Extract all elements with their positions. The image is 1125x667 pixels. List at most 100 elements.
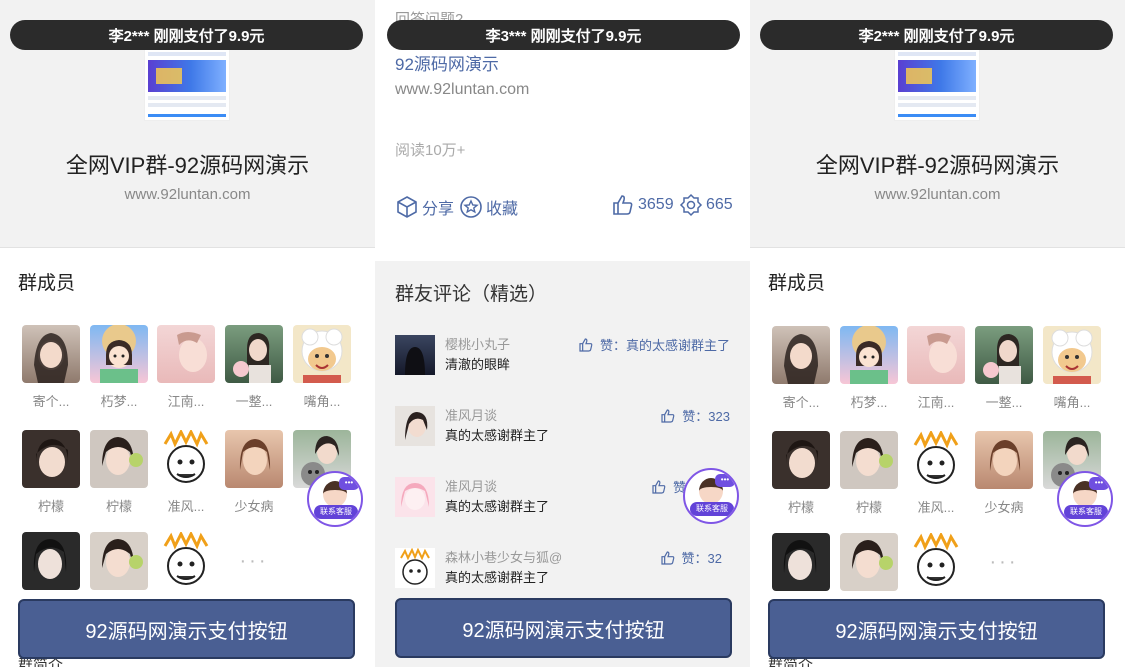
pay-button[interactable]: 92源码网演示支付按钮 (768, 599, 1105, 659)
cartoon-sheep-icon (293, 325, 351, 383)
thumbs-up-icon (660, 550, 674, 565)
cartoon-boy-icon (395, 548, 435, 588)
customer-service-button[interactable]: ••• 联系客服 (307, 471, 363, 527)
commenter-name: 准风月谈 (445, 479, 498, 494)
member-name: 寄个... (782, 395, 820, 410)
girl-photo-icon (840, 431, 898, 489)
girl-photo-icon (22, 325, 80, 383)
member-item[interactable]: 少女病 (225, 430, 283, 515)
group-thumbnail (894, 45, 980, 121)
comment-item: 准风月谈 真的太感谢群主了 赞：323 (395, 406, 740, 466)
member-name: 少女病 (234, 499, 274, 514)
girl-photo-icon (772, 326, 830, 384)
member-item[interactable] (772, 533, 830, 591)
payment-toast: 李3*** 刚刚支付了9.9元 (387, 20, 740, 50)
girl-photo-icon (975, 431, 1033, 489)
member-item[interactable]: 嘴角... (1043, 326, 1101, 411)
payment-toast: 李2*** 刚刚支付了9.9元 (10, 20, 363, 50)
star-badge-icon (460, 196, 482, 218)
pay-button[interactable]: 92源码网演示支付按钮 (395, 598, 732, 658)
member-name: 柠檬 (855, 500, 882, 515)
member-name: 江南... (917, 395, 955, 410)
comment-text: 真的太感谢群主了 (445, 428, 550, 443)
cartoon-sheep-icon (1043, 326, 1101, 384)
collect-label: 收藏 (486, 201, 519, 218)
member-item[interactable]: 准风... (907, 431, 965, 516)
more-members-icon[interactable]: ··· (225, 532, 283, 590)
girl-photo-icon (90, 430, 148, 488)
member-item[interactable]: 江南... (907, 326, 965, 411)
member-item[interactable] (907, 533, 965, 591)
girl-photo-icon (907, 326, 965, 384)
comment-like[interactable]: 赞：32 (660, 548, 722, 567)
group-page-panel-left: 李2*** 刚刚支付了9.9元 全网VIP群-92源码网演示 www.92lun… (0, 0, 375, 667)
like-button[interactable]: 3659 (611, 193, 674, 217)
girl-photo-icon (22, 532, 80, 590)
group-title: 全网VIP群-92源码网演示 (65, 153, 310, 178)
member-name: 一整... (235, 394, 273, 409)
article-title[interactable]: 92源码网演示 (395, 50, 499, 75)
comments-title: 群友评论（精选） (395, 284, 548, 305)
girl-flower-photo-icon (975, 326, 1033, 384)
member-name: 准风... (917, 500, 955, 515)
comment-like[interactable]: 赞：真的太感谢群主了 (578, 335, 730, 354)
girl-photo-icon (772, 431, 830, 489)
member-item[interactable]: 寄个... (772, 326, 830, 411)
comment-text: 清澈的眼眸 (445, 357, 511, 372)
member-item[interactable] (840, 533, 898, 591)
commenter-name: 森林小巷少女与狐@ (445, 550, 563, 565)
payment-toast: 李2*** 刚刚支付了9.9元 (760, 20, 1113, 50)
member-item[interactable]: 嘴角... (293, 325, 351, 410)
service-label: 联系客服 (314, 505, 358, 519)
member-item[interactable] (157, 532, 215, 590)
girl-photo-icon (157, 325, 215, 383)
gift-button[interactable]: 665 (679, 193, 733, 217)
member-item[interactable] (90, 532, 148, 590)
chat-bubble-icon: ••• (1089, 477, 1109, 490)
girl-photo-icon (90, 532, 148, 590)
group-thumbnail (144, 45, 230, 121)
member-item[interactable]: 柠檬 (90, 430, 148, 515)
more-members-icon[interactable]: ··· (975, 533, 1033, 591)
member-item[interactable] (22, 532, 80, 590)
girl-photo-icon (395, 406, 435, 446)
member-name: 嘴角... (1053, 395, 1091, 410)
girl-photo-icon (840, 533, 898, 591)
customer-service-button[interactable]: ••• 联系客服 (683, 468, 739, 524)
chat-bubble-icon: ••• (715, 474, 735, 487)
member-item[interactable]: 一整... (975, 326, 1033, 411)
member-item[interactable]: 朽梦... (840, 326, 898, 411)
member-item[interactable]: 准风... (157, 430, 215, 515)
customer-service-button[interactable]: ••• 联系客服 (1057, 471, 1113, 527)
share-button[interactable]: 分享 (395, 195, 454, 219)
like-count: 3659 (638, 196, 674, 213)
member-item[interactable]: 一整... (225, 325, 283, 410)
member-name: 少女病 (984, 500, 1024, 515)
night-girl-photo-icon (395, 335, 435, 375)
flower-badge-icon (679, 193, 703, 217)
pay-button[interactable]: 92源码网演示支付按钮 (18, 599, 355, 659)
comment-like[interactable]: 赞：323 (660, 406, 730, 425)
member-item[interactable]: 江南... (157, 325, 215, 410)
member-item[interactable]: 寄个... (22, 325, 80, 410)
girl-flower-photo-icon (225, 325, 283, 383)
member-item[interactable]: 朽梦... (90, 325, 148, 410)
member-name: 柠檬 (787, 500, 814, 515)
group-url: www.92luntan.com (124, 186, 251, 203)
member-item[interactable]: 柠檬 (840, 431, 898, 516)
collect-button[interactable]: 收藏 (459, 195, 518, 219)
share-label: 分享 (422, 201, 455, 218)
cartoon-boy-icon (157, 430, 215, 488)
member-item[interactable]: 柠檬 (22, 430, 80, 515)
comment-text: 真的太感谢群主了 (445, 570, 550, 585)
member-name: 一整... (985, 395, 1023, 410)
member-item[interactable]: 少女病 (975, 431, 1033, 516)
group-page-panel-right: 李2*** 刚刚支付了9.9元 全网VIP群-92源码网演示 www.92lun… (750, 0, 1125, 667)
girl-photo-icon (22, 430, 80, 488)
member-name: 寄个... (32, 394, 70, 409)
comment-like[interactable]: 赞 (651, 477, 686, 496)
cartoon-girl-icon (840, 326, 898, 384)
thumbs-up-icon (579, 337, 593, 352)
member-item[interactable]: 柠檬 (772, 431, 830, 516)
cube-share-icon (397, 196, 417, 218)
